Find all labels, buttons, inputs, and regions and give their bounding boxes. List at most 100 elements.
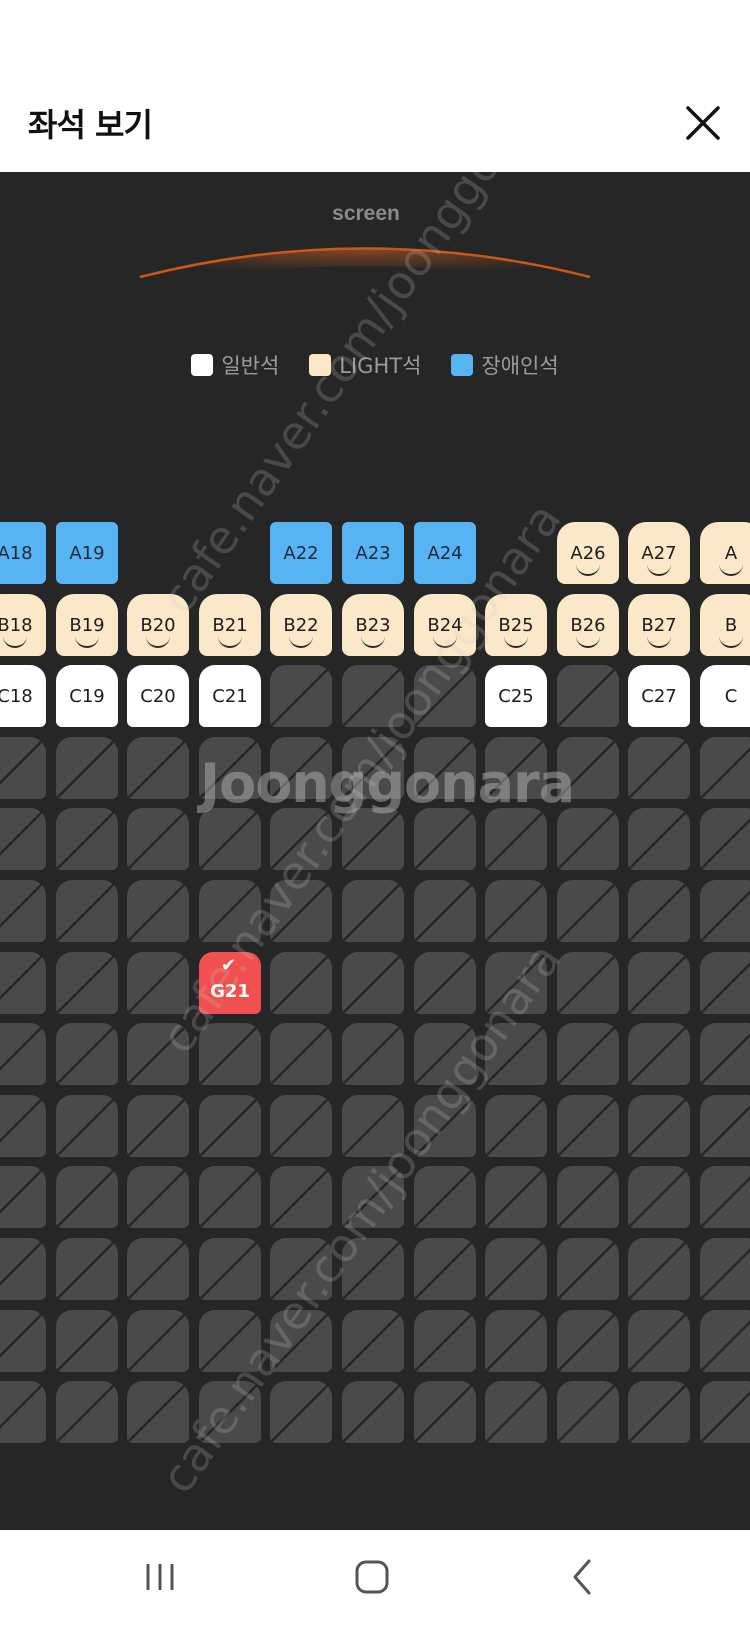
- unavailable-slash-icon: [558, 1382, 618, 1442]
- seat-c20[interactable]: C20: [127, 665, 189, 727]
- unavailable-seat-d-4: [199, 737, 261, 799]
- unavailable-seat-e-1: [0, 808, 46, 870]
- unavailable-seat-e-2: [56, 808, 118, 870]
- unavailable-seat-l-3: [127, 1310, 189, 1372]
- unavailable-seat-m-1: [0, 1381, 46, 1443]
- unavailable-slash-icon: [629, 1382, 689, 1442]
- seat-label: B: [724, 614, 738, 636]
- light-seat-smile-icon: [433, 636, 457, 648]
- unavailable-slash-icon: [0, 738, 45, 785]
- seat-label: B21: [212, 614, 248, 636]
- unavailable-slash-icon: [271, 666, 331, 726]
- unavailable-slash-icon: [271, 1239, 331, 1299]
- seat-c27[interactable]: C27: [628, 665, 690, 727]
- close-icon[interactable]: [680, 98, 730, 148]
- unavailable-slash-icon: [128, 1024, 188, 1084]
- unavailable-slash-icon: [128, 1167, 188, 1227]
- unavailable-slash-icon: [486, 1096, 546, 1156]
- unavailable-seat-f-3: [127, 880, 189, 942]
- unavailable-seat-h-8: [485, 1023, 547, 1085]
- seat-a18[interactable]: A18: [0, 522, 46, 584]
- unavailable-seat-f-9: [557, 880, 619, 942]
- seat-a27[interactable]: A27: [628, 522, 690, 584]
- unavailable-seat-f-8: [485, 880, 547, 942]
- unavailable-slash-icon: [343, 809, 403, 869]
- seat-b25[interactable]: B25: [485, 594, 547, 656]
- unavailable-slash-icon: [486, 738, 546, 798]
- seat-c25[interactable]: C25: [485, 665, 547, 727]
- unavailable-seat-d-8: [485, 737, 547, 799]
- unavailable-slash-icon: [128, 881, 188, 941]
- unavailable-slash-icon: [128, 1382, 188, 1442]
- seat-b21[interactable]: B21: [199, 594, 261, 656]
- seat-b[interactable]: B: [700, 594, 750, 656]
- unavailable-slash-icon: [57, 1311, 117, 1371]
- unavailable-slash-icon: [57, 1382, 117, 1442]
- seat-a19[interactable]: A19: [56, 522, 118, 584]
- unavailable-slash-icon: [200, 809, 260, 869]
- seat-map-area: screen 일반석 LIGHT석 장애인석 A18 A19 A22 A23 A24 A2…: [0, 172, 750, 1530]
- unavailable-seat-j-6: [342, 1166, 404, 1228]
- seat-a24[interactable]: A24: [414, 522, 476, 584]
- seat-label: A23: [355, 542, 391, 564]
- seat-b19[interactable]: B19: [56, 594, 118, 656]
- unavailable-seat-f-1: [0, 880, 46, 942]
- unavailable-seat-j-3: [127, 1166, 189, 1228]
- unavailable-slash-icon: [486, 953, 546, 1013]
- recent-apps-icon[interactable]: [132, 1552, 192, 1602]
- unavailable-seat-h-11: [700, 1023, 750, 1085]
- unavailable-seat-g-6: [342, 952, 404, 1014]
- unavailable-slash-icon: [57, 1024, 117, 1084]
- unavailable-seat-d-2: [56, 737, 118, 799]
- unavailable-slash-icon: [486, 1167, 546, 1227]
- seat-b22[interactable]: B22: [270, 594, 332, 656]
- unavailable-slash-icon: [343, 666, 403, 726]
- seat-c19[interactable]: C19: [56, 665, 118, 727]
- seat-a22[interactable]: A22: [270, 522, 332, 584]
- seat-a[interactable]: A: [700, 522, 750, 584]
- unavailable-slash-icon: [415, 809, 475, 869]
- seat-b27[interactable]: B27: [628, 594, 690, 656]
- unavailable-seat-i-8: [485, 1095, 547, 1157]
- seat-a23[interactable]: A23: [342, 522, 404, 584]
- seat-b24[interactable]: B24: [414, 594, 476, 656]
- unavailable-slash-icon: [200, 1239, 260, 1299]
- unavailable-seat-h-10: [628, 1023, 690, 1085]
- unavailable-slash-icon: [0, 1311, 45, 1358]
- unavailable-seat-h-9: [557, 1023, 619, 1085]
- seat-c[interactable]: C: [700, 665, 750, 727]
- seat-b23[interactable]: B23: [342, 594, 404, 656]
- seat-b18[interactable]: B18: [0, 594, 46, 656]
- unavailable-seat-e-4: [199, 808, 261, 870]
- unavailable-slash-icon: [629, 1311, 689, 1371]
- unavailable-seat-m-5: [270, 1381, 332, 1443]
- unavailable-seat-h-4: [199, 1023, 261, 1085]
- seat-c21[interactable]: C21: [199, 665, 261, 727]
- unavailable-slash-icon: [57, 1239, 117, 1299]
- unavailable-slash-icon: [128, 1239, 188, 1299]
- seat-label: A18: [0, 542, 33, 564]
- seat-label: C18: [0, 685, 33, 707]
- light-seat-smile-icon: [289, 636, 313, 648]
- unavailable-seat-j-9: [557, 1166, 619, 1228]
- light-seat-smile-icon: [75, 636, 99, 648]
- seat-b26[interactable]: B26: [557, 594, 619, 656]
- light-seat-smile-icon: [504, 636, 528, 648]
- unavailable-seat-l-9: [557, 1310, 619, 1372]
- seat-c18[interactable]: C18: [0, 665, 46, 727]
- unavailable-slash-icon: [415, 881, 475, 941]
- seat-a26[interactable]: A26: [557, 522, 619, 584]
- seat-b20[interactable]: B20: [127, 594, 189, 656]
- unavailable-slash-icon: [415, 738, 475, 798]
- unavailable-slash-icon: [128, 738, 188, 798]
- unavailable-seat-m-11: [700, 1381, 750, 1443]
- unavailable-seat-h-1: [0, 1023, 46, 1085]
- light-seat-smile-icon: [218, 636, 242, 648]
- back-icon[interactable]: [555, 1552, 615, 1602]
- selected-seat-g21[interactable]: ✔ G21: [199, 952, 261, 1014]
- unavailable-seat-l-1: [0, 1310, 46, 1372]
- unavailable-seat-k-8: [485, 1238, 547, 1300]
- home-icon[interactable]: [342, 1552, 402, 1602]
- unavailable-seat-j-11: [700, 1166, 750, 1228]
- unavailable-seat-l-8: [485, 1310, 547, 1372]
